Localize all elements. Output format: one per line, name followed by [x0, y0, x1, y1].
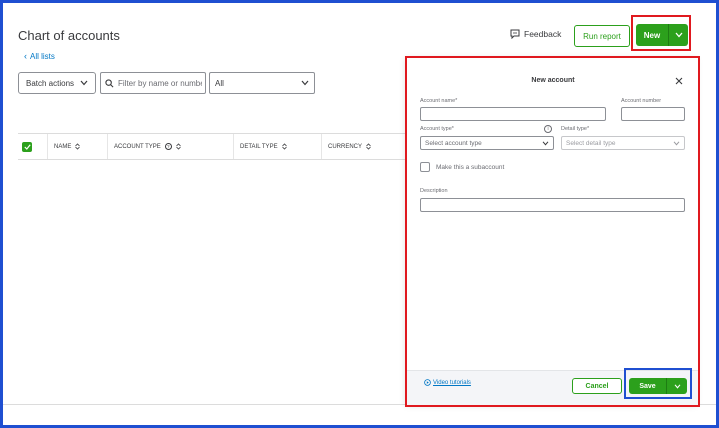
chevron-down-icon [542, 141, 549, 146]
description-field-box [420, 198, 685, 212]
select-all-cell [18, 134, 48, 159]
chevron-down-icon [674, 383, 680, 389]
filter-input[interactable] [118, 78, 202, 88]
account-name-field-box [420, 107, 606, 121]
sort-icon [176, 143, 181, 150]
check-icon [23, 143, 31, 150]
column-currency-label: CURRENCY [328, 143, 363, 150]
info-icon[interactable]: i [544, 125, 552, 133]
new-account-drawer: New account Account name* Account number… [407, 58, 699, 406]
account-name-label: Account name* [420, 98, 458, 104]
account-type-select[interactable]: Select account type [420, 136, 554, 150]
account-type-label: Account type* [420, 126, 454, 132]
description-input[interactable] [425, 201, 680, 209]
cancel-button[interactable]: Cancel [572, 378, 622, 394]
column-detail-type-label: DETAIL TYPE [240, 143, 278, 150]
all-lists-link[interactable]: ‹ All lists [24, 51, 55, 62]
close-drawer-button[interactable] [673, 75, 685, 87]
account-type-filter-select[interactable]: All [209, 72, 315, 94]
batch-actions-button[interactable]: Batch actions [18, 72, 96, 94]
video-tutorials-label: Video tutorials [433, 379, 471, 386]
column-header-account-type[interactable]: ACCOUNT TYPE ? [108, 134, 234, 159]
detail-type-placeholder: Select detail type [566, 139, 616, 147]
type-filter-value: All [215, 78, 224, 88]
column-header-detail-type[interactable]: DETAIL TYPE [234, 134, 322, 159]
column-header-name[interactable]: NAME [48, 134, 108, 159]
detail-type-select[interactable]: Select detail type [561, 136, 685, 150]
column-account-type-label: ACCOUNT TYPE [114, 143, 161, 150]
sort-icon [75, 143, 81, 150]
filter-search-box[interactable] [100, 72, 206, 94]
new-button[interactable]: New [636, 24, 669, 46]
feedback-icon [510, 29, 520, 39]
save-split-button: Save [629, 378, 687, 394]
description-label: Description [420, 188, 448, 194]
account-number-label: Account number [621, 98, 662, 104]
save-button[interactable]: Save [629, 378, 667, 394]
sort-icon [281, 143, 287, 150]
subaccount-label: Make this a subaccount [436, 164, 505, 171]
page-title: Chart of accounts [18, 28, 120, 43]
account-number-field-box [621, 107, 685, 121]
chevron-down-icon [80, 80, 88, 86]
run-report-button[interactable]: Run report [574, 25, 630, 47]
table-header-row: NAME ACCOUNT TYPE ? DETAIL TYPE CURRENCY [18, 133, 410, 160]
chevron-down-icon [675, 32, 682, 38]
video-tutorials-link[interactable]: Video tutorials [424, 379, 471, 386]
all-lists-label: All lists [30, 52, 55, 61]
info-icon: ? [164, 143, 172, 150]
sort-icon [366, 143, 371, 150]
play-circle-icon [424, 379, 431, 386]
chevron-left-icon: ‹ [24, 51, 27, 61]
account-number-input[interactable] [626, 110, 680, 118]
feedback-button[interactable]: Feedback [510, 29, 561, 39]
select-all-checkbox[interactable] [22, 141, 32, 152]
drawer-title: New account [531, 77, 575, 84]
close-icon [675, 77, 683, 85]
chevron-down-icon [301, 80, 309, 86]
column-header-currency[interactable]: CURRENCY [322, 134, 410, 159]
account-type-placeholder: Select account type [425, 139, 482, 147]
batch-actions-label: Batch actions [25, 78, 75, 88]
new-split-button: New [636, 24, 688, 46]
new-dropdown-button[interactable] [669, 24, 688, 46]
column-name-label: NAME [54, 143, 72, 150]
search-icon [105, 78, 114, 87]
chevron-down-icon [673, 141, 680, 146]
subaccount-checkbox[interactable] [420, 162, 430, 172]
feedback-label: Feedback [524, 29, 562, 39]
save-dropdown-button[interactable] [667, 378, 687, 394]
account-name-input[interactable] [425, 110, 601, 118]
detail-type-label: Detail type* [561, 126, 590, 132]
